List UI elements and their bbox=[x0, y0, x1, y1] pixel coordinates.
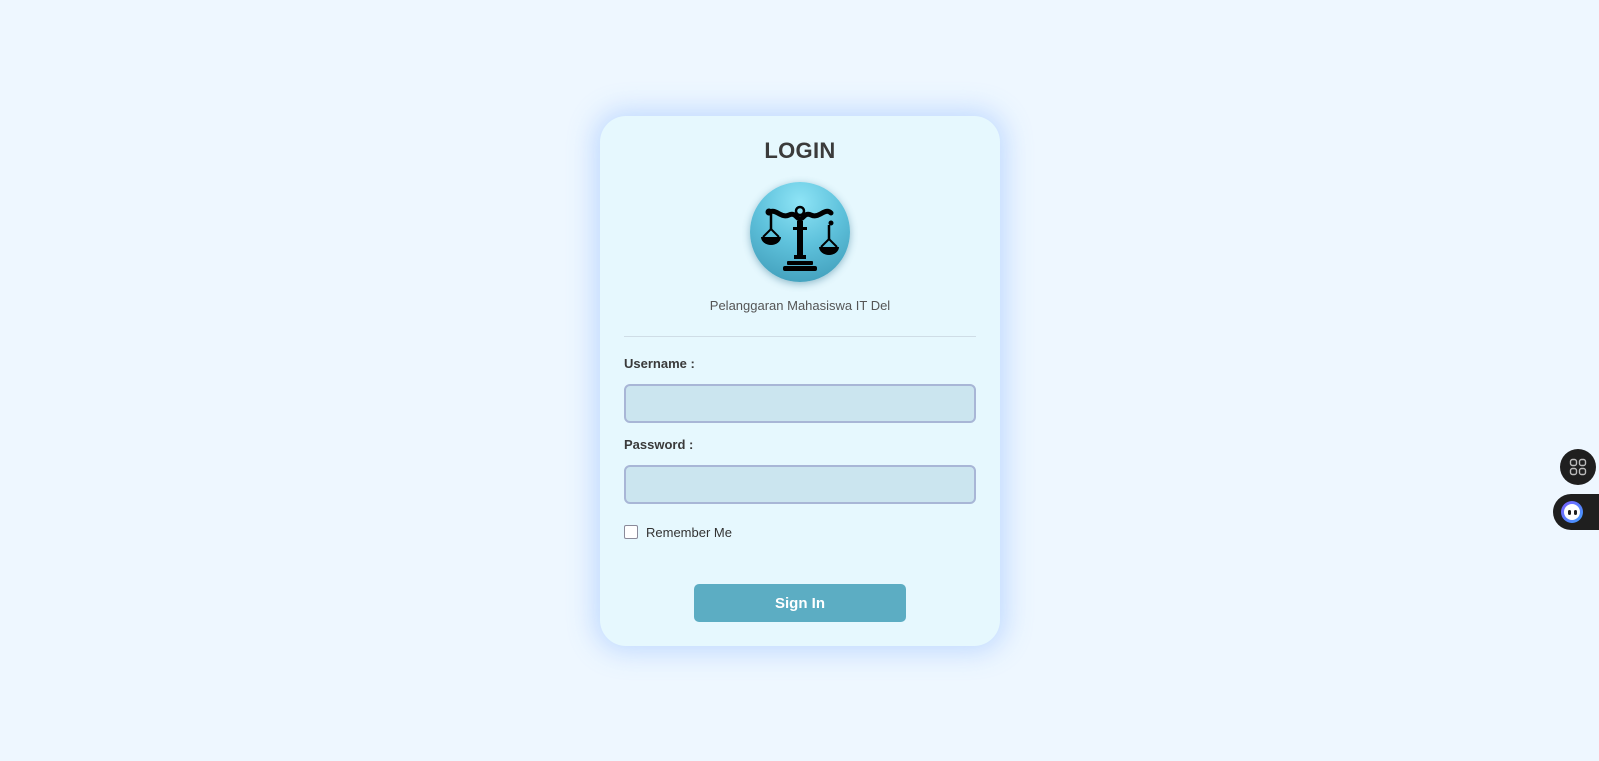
assistant-widget[interactable] bbox=[1553, 494, 1599, 530]
remember-me-label[interactable]: Remember Me bbox=[646, 525, 732, 540]
grid-apps-icon[interactable] bbox=[1560, 449, 1596, 485]
username-label: Username : bbox=[624, 356, 695, 371]
login-page: LOGIN Pelanggaran Mahasiswa IT Del Usern… bbox=[0, 0, 1599, 761]
login-card: LOGIN Pelanggaran Mahasiswa IT Del Usern… bbox=[600, 116, 1000, 646]
logo-container bbox=[624, 182, 976, 282]
password-input[interactable] bbox=[624, 465, 976, 504]
bot-eye-right bbox=[1573, 509, 1577, 515]
bot-face-inner bbox=[1564, 504, 1580, 520]
page-title: LOGIN bbox=[764, 138, 836, 163]
remember-me-row[interactable]: Remember Me bbox=[624, 524, 976, 540]
assistant-bot-icon[interactable] bbox=[1561, 501, 1583, 523]
username-input[interactable] bbox=[624, 384, 976, 423]
divider bbox=[624, 336, 976, 337]
bot-eye-left bbox=[1567, 509, 1571, 515]
sign-in-button[interactable]: Sign In bbox=[694, 584, 906, 622]
remember-me-checkbox[interactable] bbox=[624, 525, 638, 539]
password-label: Password : bbox=[624, 437, 694, 452]
button-row: Sign In bbox=[624, 584, 976, 622]
app-subtitle: Pelanggaran Mahasiswa IT Del bbox=[709, 298, 891, 313]
scales-of-justice-icon bbox=[750, 182, 850, 282]
